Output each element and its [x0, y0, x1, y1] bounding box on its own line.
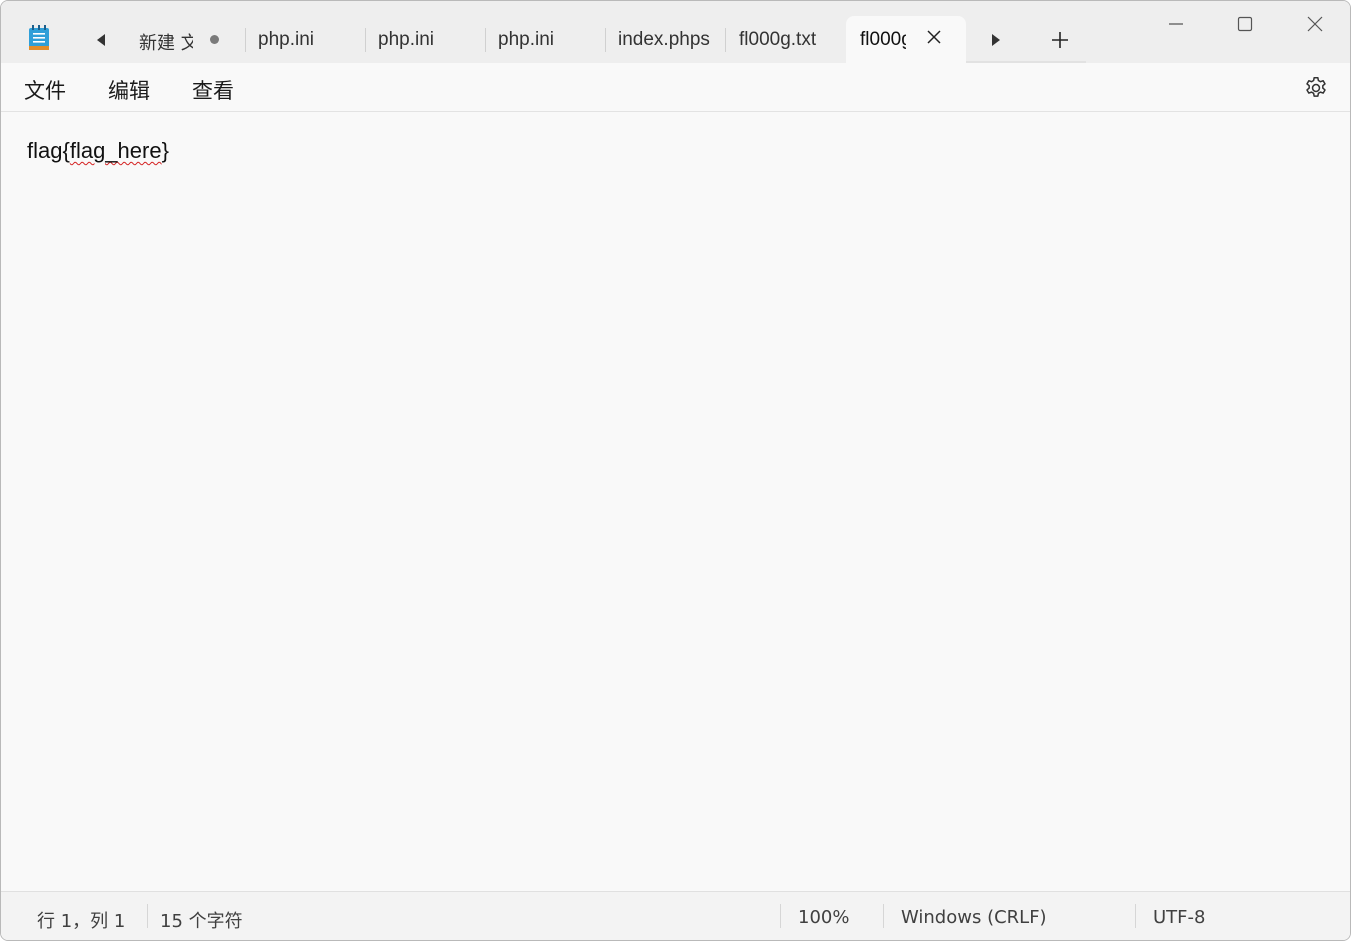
tab-label: index.phps: [618, 29, 710, 50]
tab-scroll-right-button[interactable]: [986, 29, 1006, 51]
tab-label: 新建 文: [139, 33, 193, 54]
tab-fl000g-active[interactable]: fl000g: [846, 16, 966, 63]
caret-left-icon: [97, 34, 105, 46]
tab-label: fl000g.txt: [739, 29, 817, 50]
tab-divider: [485, 28, 486, 52]
line-ending[interactable]: Windows (CRLF): [901, 907, 1047, 928]
unsaved-dot-icon: [210, 35, 219, 44]
tab-php-ini[interactable]: php.ini: [378, 25, 478, 55]
tab-label: php.ini: [258, 29, 314, 50]
tab-label: php.ini: [498, 29, 554, 50]
tab-label: fl000g: [860, 29, 906, 50]
menu-file[interactable]: 文件: [24, 75, 66, 105]
notepad-icon: [29, 25, 49, 50]
tab-divider: [605, 28, 606, 52]
tab-divider: [365, 28, 366, 52]
status-bar: 行 1，列 1 15 个字符 100% Windows (CRLF) UTF-8: [1, 891, 1350, 940]
caret-right-icon: [992, 34, 1000, 46]
editor-text-prefix: flag{: [27, 138, 70, 163]
plus-icon[interactable]: [1049, 29, 1071, 51]
editor-content[interactable]: flag{flag_here}: [27, 138, 169, 164]
menu-bar: 文件 编辑 查看: [1, 63, 1350, 112]
zoom-level[interactable]: 100%: [798, 907, 849, 928]
close-icon: [1307, 16, 1323, 32]
menu-view[interactable]: 查看: [192, 75, 234, 105]
tab-php-ini[interactable]: php.ini: [258, 25, 358, 55]
tab-fl000g-txt[interactable]: fl000g.txt: [739, 25, 839, 55]
close-icon[interactable]: [925, 28, 943, 46]
tab-scroll-left-button[interactable]: [91, 29, 111, 51]
minimize-icon: [1169, 23, 1183, 25]
maximize-icon: [1237, 16, 1253, 32]
tab-index-phps[interactable]: index.phps: [618, 25, 718, 55]
menu-edit[interactable]: 编辑: [108, 75, 150, 105]
text-editor[interactable]: flag{flag_here}: [1, 113, 1350, 891]
tab-divider: [245, 28, 246, 52]
close-window-button[interactable]: [1301, 11, 1329, 37]
status-divider: [147, 904, 148, 928]
cursor-position: 行 1，列 1: [37, 911, 126, 932]
status-divider: [883, 904, 884, 928]
notepad-window: 新建 文 php.ini php.ini php.ini index.phps …: [0, 0, 1351, 941]
tab-new-text[interactable]: 新建 文: [139, 25, 239, 55]
character-count: 15 个字符: [160, 911, 243, 932]
maximize-button[interactable]: [1231, 11, 1259, 37]
tab-divider: [725, 28, 726, 52]
title-bar: 新建 文 php.ini php.ini php.ini index.phps …: [1, 1, 1350, 63]
status-divider: [1135, 904, 1136, 928]
minimize-button[interactable]: [1162, 11, 1190, 37]
gear-icon[interactable]: [1303, 75, 1329, 101]
editor-text-suffix: }: [161, 138, 169, 163]
tab-php-ini[interactable]: php.ini: [498, 25, 598, 55]
spellcheck-flagged-word: flag_here: [69, 138, 162, 163]
tab-label: php.ini: [378, 29, 434, 50]
status-divider: [780, 904, 781, 928]
encoding[interactable]: UTF-8: [1153, 907, 1205, 928]
